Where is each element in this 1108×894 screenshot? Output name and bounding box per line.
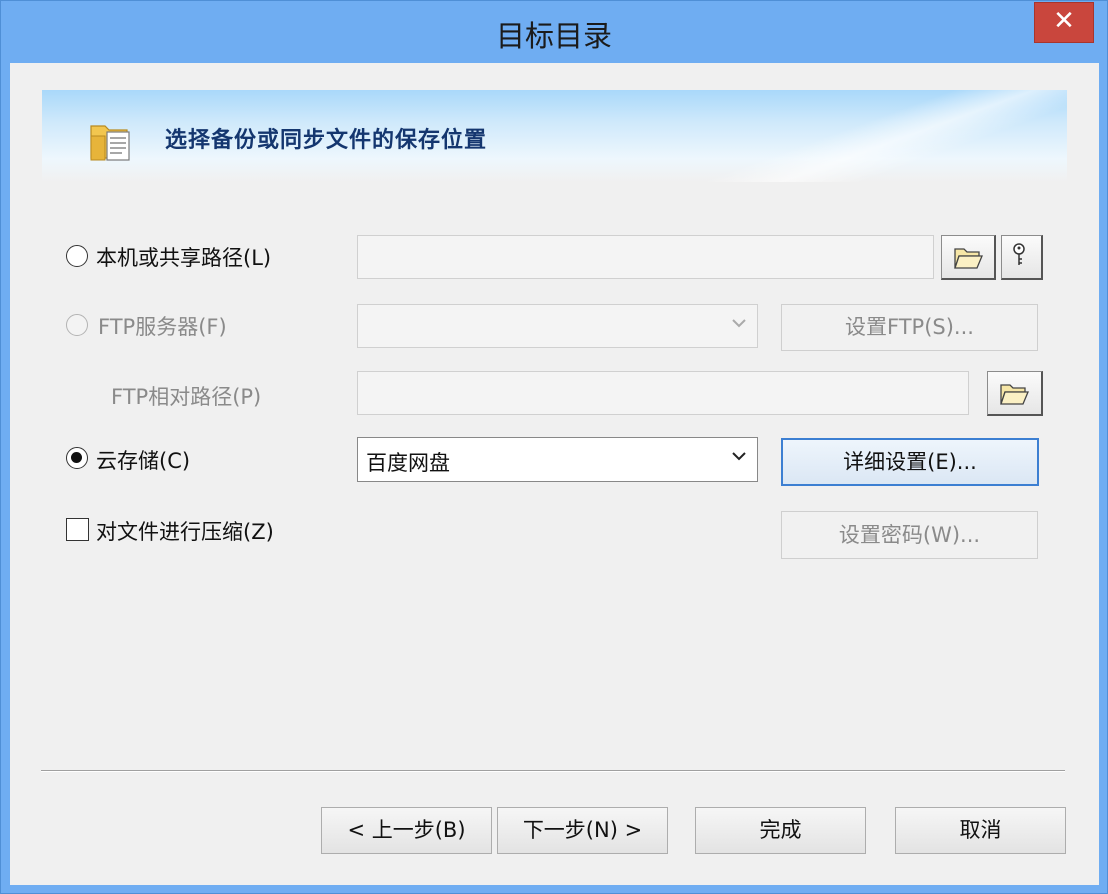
compress-checkbox[interactable] bbox=[66, 518, 89, 541]
header-banner: 选择备份或同步文件的保存位置 bbox=[42, 90, 1067, 182]
ftp-server-label[interactable]: FTP服务器(F) bbox=[98, 311, 227, 341]
chevron-down-icon bbox=[732, 452, 746, 461]
window-title: 目标目录 bbox=[495, 19, 612, 53]
close-button[interactable]: ✕ bbox=[1034, 2, 1094, 43]
local-path-label[interactable]: 本机或共享路径(L) bbox=[96, 242, 271, 272]
cloud-storage-radio[interactable] bbox=[66, 447, 88, 469]
cloud-provider-select[interactable]: 百度网盘 bbox=[357, 437, 758, 482]
set-password-button[interactable]: 设置密码(W)... bbox=[781, 511, 1038, 559]
compress-label[interactable]: 对文件进行压缩(Z) bbox=[96, 516, 274, 546]
title-bar[interactable]: 目标目录 ✕ bbox=[1, 1, 1107, 63]
ftp-server-radio[interactable] bbox=[66, 314, 88, 336]
chevron-down-icon bbox=[732, 319, 746, 328]
cloud-storage-label[interactable]: 云存储(C) bbox=[96, 445, 190, 475]
finish-button[interactable]: 完成 bbox=[695, 807, 866, 854]
local-path-radio[interactable] bbox=[66, 245, 88, 267]
browse-ftp-button[interactable] bbox=[987, 371, 1043, 416]
browse-local-button[interactable] bbox=[941, 235, 996, 280]
dialog-window: 目标目录 ✕ 选择备份或同步文件的保存位置 本机或共享路径(L) FTP服务器(… bbox=[0, 0, 1108, 894]
cancel-button[interactable]: 取消 bbox=[895, 807, 1066, 854]
dialog-body: 选择备份或同步文件的保存位置 本机或共享路径(L) FTP服务器(F) 设置FT… bbox=[10, 63, 1099, 885]
ftp-relative-path-label: FTP相对路径(P) bbox=[111, 385, 262, 409]
cloud-details-button[interactable]: 详细设置(E)... bbox=[781, 438, 1039, 486]
folder-open-icon bbox=[1000, 384, 1029, 405]
banner-decoration bbox=[687, 90, 1067, 182]
banner-title: 选择备份或同步文件的保存位置 bbox=[165, 128, 488, 153]
ftp-relative-path-input[interactable] bbox=[357, 371, 969, 415]
folder-open-icon bbox=[954, 248, 983, 269]
ftp-server-select[interactable] bbox=[357, 304, 758, 348]
next-button[interactable]: 下一步(N) > bbox=[497, 807, 668, 854]
local-path-input[interactable] bbox=[357, 235, 934, 279]
folder-document-icon bbox=[90, 125, 130, 161]
cloud-provider-value: 百度网盘 bbox=[366, 451, 450, 475]
key-icon bbox=[1013, 243, 1025, 265]
credentials-button[interactable] bbox=[1001, 235, 1043, 280]
back-button[interactable]: < 上一步(B) bbox=[321, 807, 492, 854]
close-icon: ✕ bbox=[1053, 6, 1075, 36]
footer-divider bbox=[41, 770, 1065, 772]
ftp-settings-button[interactable]: 设置FTP(S)... bbox=[781, 304, 1038, 351]
